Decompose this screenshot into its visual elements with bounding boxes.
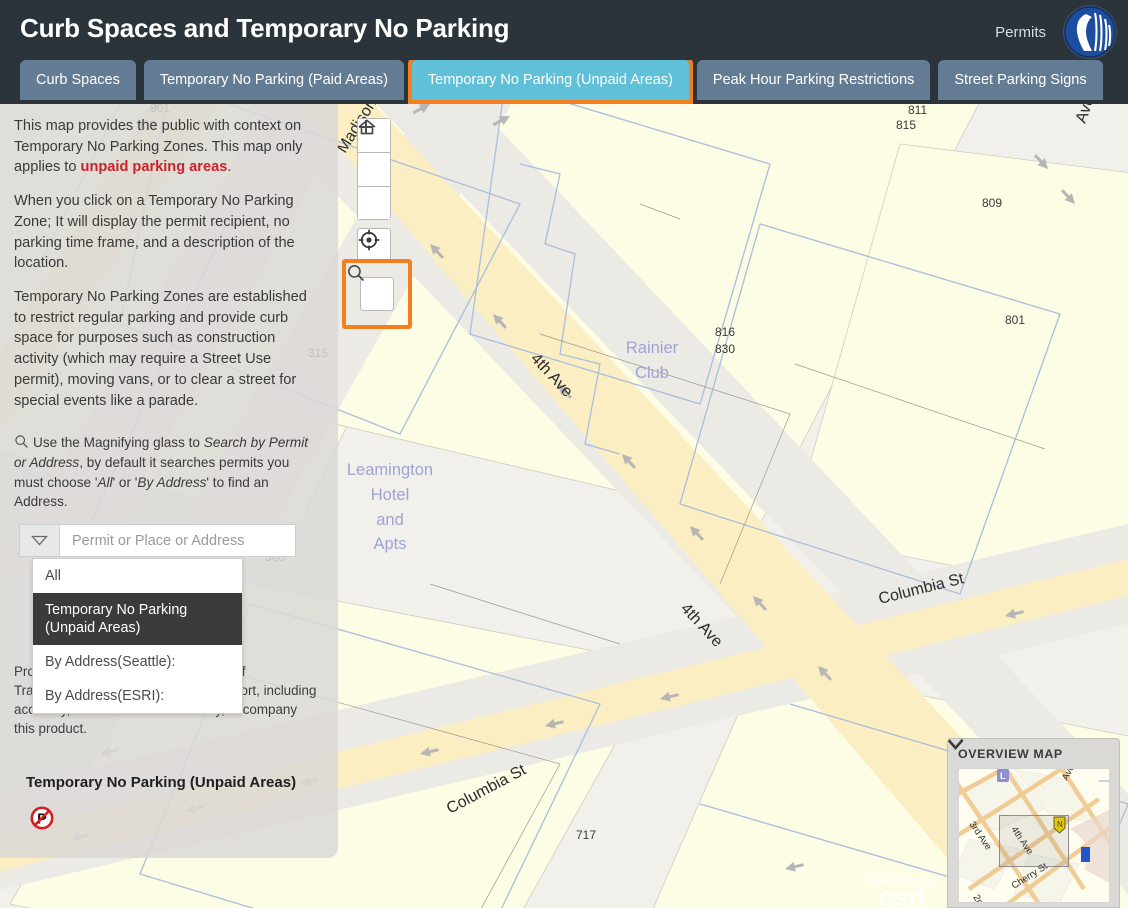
map-address-830: 830: [715, 342, 735, 356]
map-address-801: 801: [1005, 313, 1025, 327]
tab-bar: Curb Spaces Temporary No Parking (Paid A…: [0, 56, 1128, 104]
overview-map-panel[interactable]: OVERVIEW MAP 3rd Ave 4th Ave Cherry St A…: [947, 738, 1120, 908]
tab-street-parking-signs[interactable]: Street Parking Signs: [938, 60, 1103, 100]
triangle-down-icon: [31, 536, 48, 546]
search-instructions: Use the Magnifying glass to Search by Pe…: [14, 433, 322, 512]
dropdown-option-by-address-esri[interactable]: By Address(ESRI):: [33, 679, 242, 713]
map-place-leamington-2: Hotel: [371, 486, 410, 504]
esri-attribution: POWERED BY esri: [866, 876, 938, 908]
dropdown-option-tnp-unpaid[interactable]: Temporary No Parking (Unpaid Areas): [33, 593, 242, 646]
magnifier-hint-icon: [14, 434, 29, 449]
map-place-leamington-4: Apts: [373, 535, 406, 553]
esri-brand-label: esri: [879, 881, 926, 908]
search-widget: All Temporary No Parking (Unpaid Areas) …: [14, 524, 322, 715]
header-right-group: Permits: [995, 6, 1116, 58]
tab-tnp-unpaid-areas[interactable]: Temporary No Parking (Unpaid Areas): [407, 56, 693, 104]
svg-text:L: L: [1000, 771, 1006, 781]
search-source-dropdown-menu[interactable]: All Temporary No Parking (Unpaid Areas) …: [32, 558, 243, 715]
zoom-out-button[interactable]: [357, 126, 391, 220]
search-note-em-3: By Address: [137, 474, 207, 490]
search-note-part-1: Use the Magnifying glass to: [33, 435, 204, 451]
search-button-highlight: [342, 259, 412, 329]
map-search-button[interactable]: [347, 264, 394, 311]
minus-icon: [359, 126, 373, 128]
tab-peak-hour-restrictions[interactable]: Peak Hour Parking Restrictions: [696, 60, 931, 100]
page-title: Curb Spaces and Temporary No Parking: [20, 13, 510, 43]
overview-map-canvas[interactable]: 3rd Ave 4th Ave Cherry St Ave 2n L N: [958, 768, 1110, 903]
map-address-816: 816: [715, 325, 735, 339]
map-place-leamington-3: and: [376, 511, 404, 529]
tab-curb-spaces[interactable]: Curb Spaces: [20, 60, 136, 100]
sidebar-para1-text-b: .: [227, 159, 232, 176]
locate-me-button[interactable]: [357, 228, 391, 262]
sidebar-paragraph-3: Temporary No Parking Zones are establish…: [14, 289, 307, 409]
search-source-dropdown-toggle[interactable]: [20, 525, 60, 557]
map-address-815: 815: [896, 118, 916, 132]
seattle-city-logo[interactable]: [1064, 6, 1116, 58]
search-box[interactable]: [19, 524, 296, 558]
unpaid-parking-areas-link[interactable]: unpaid parking areas: [81, 159, 228, 175]
search-note-em-2: All: [97, 474, 113, 490]
tab-tnp-paid-areas[interactable]: Temporary No Parking (Paid Areas): [143, 60, 404, 100]
home-button[interactable]: [357, 119, 391, 186]
map-place-rainier-club-2: Club: [635, 364, 669, 382]
info-sidebar-panel: This map provides the public with contex…: [0, 104, 338, 858]
map-address-809: 809: [982, 196, 1002, 210]
search-note-part-3: ' or ': [112, 474, 138, 490]
dropdown-option-all[interactable]: All: [33, 559, 242, 593]
application-root: 901 909 811 815 809 801 816 830 315 500 …: [0, 0, 1128, 908]
app-header: Curb Spaces and Temporary No Parking Per…: [0, 0, 1128, 60]
search-icon: [347, 264, 365, 282]
locate-icon: [358, 229, 380, 251]
overview-map-header[interactable]: OVERVIEW MAP: [948, 739, 1109, 761]
dropdown-option-by-address-seattle[interactable]: By Address(Seattle):: [33, 645, 242, 679]
sidebar-paragraph-2: When you click on a Temporary No Parking…: [14, 193, 295, 272]
overview-extent-rectangle[interactable]: [999, 815, 1069, 867]
map-place-leamington-1: Leamington: [347, 461, 433, 479]
zoom-control-group[interactable]: [357, 118, 391, 220]
no-parking-icon: P: [30, 806, 54, 837]
legend-title: Temporary No Parking (Unpaid Areas): [26, 774, 297, 791]
map-place-rainier-club: Rainier: [626, 339, 679, 357]
sidebar-paragraph-1: This map provides the public with contex…: [14, 116, 322, 178]
chevron-down-icon[interactable]: [948, 739, 963, 750]
map-address-811: 811: [908, 104, 927, 117]
map-address-717: 717: [576, 828, 596, 842]
overview-map-title: OVERVIEW MAP: [958, 747, 1063, 761]
permits-link[interactable]: Permits: [995, 24, 1046, 41]
search-input[interactable]: [60, 525, 295, 557]
